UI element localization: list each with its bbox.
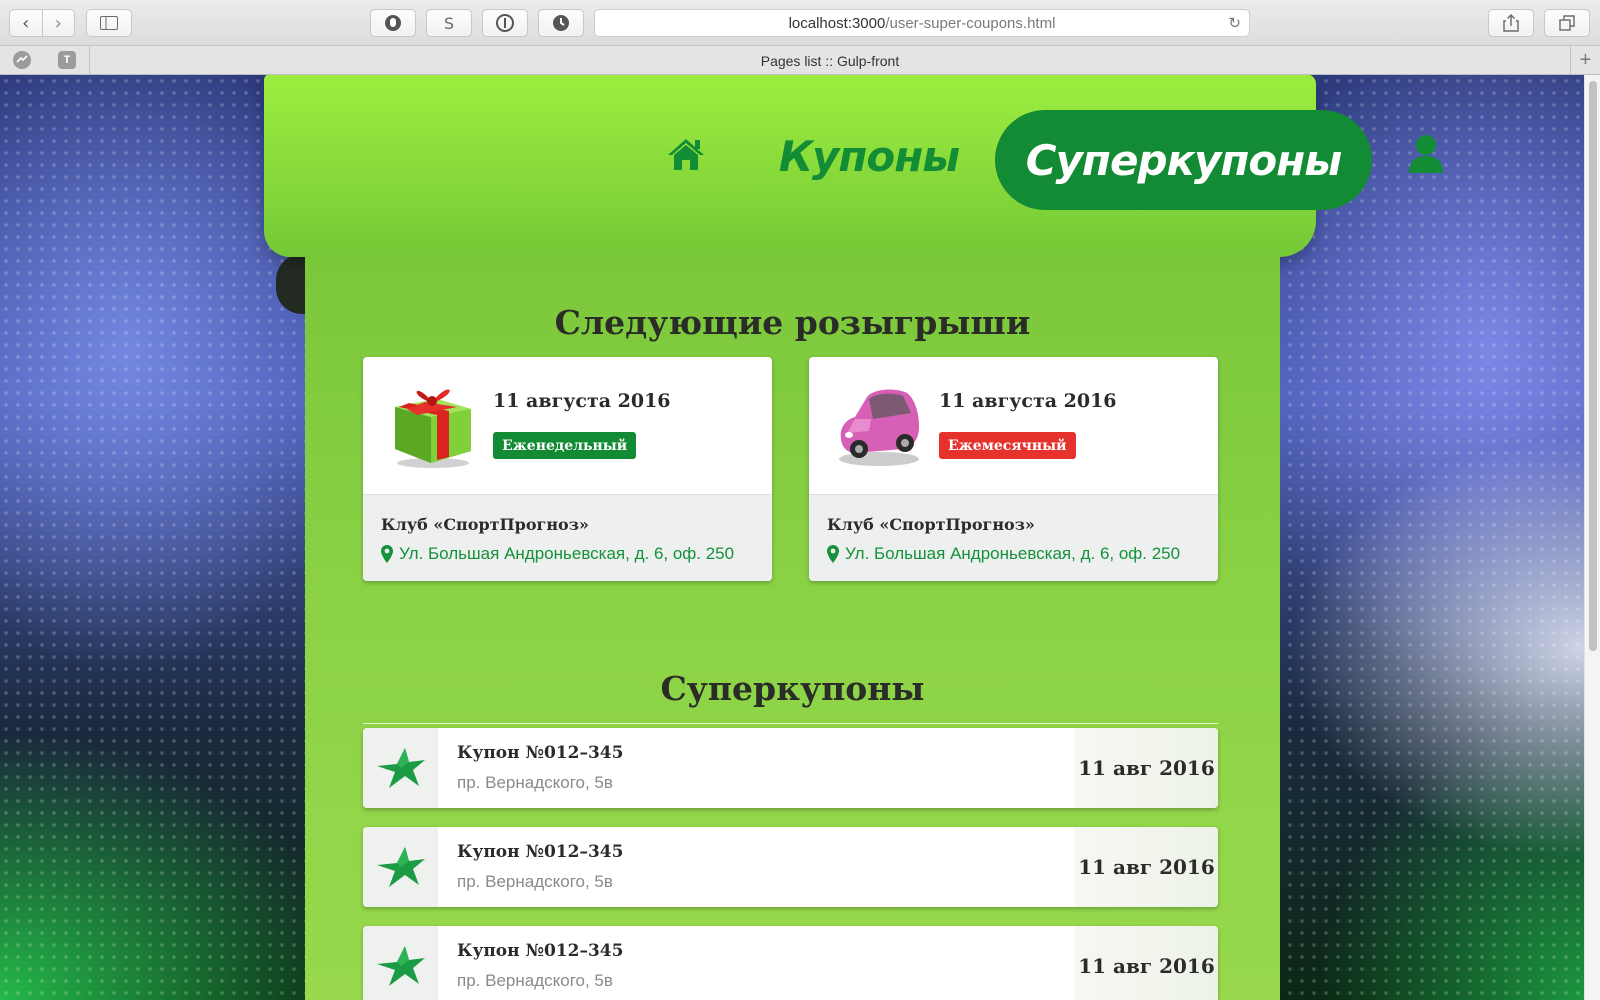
draw-card-top: 11 августа 2016 Еженедельный bbox=[363, 357, 772, 494]
s-extension-icon[interactable]: S bbox=[426, 9, 472, 37]
tab-title: Pages list :: Gulp-front bbox=[760, 52, 900, 69]
coupon-place: пр. Вернадского, 5в bbox=[457, 773, 613, 792]
tab-bar: T Pages list :: Gulp-front + bbox=[0, 46, 1600, 75]
section-divider bbox=[363, 723, 1218, 724]
share-icon[interactable] bbox=[1488, 9, 1534, 37]
star-icon bbox=[363, 926, 438, 1000]
active-tab[interactable]: Pages list :: Gulp-front bbox=[90, 46, 1570, 75]
coupon-row[interactable]: Купон №012–345 пр. Вернадского, 5в 11 ав… bbox=[363, 728, 1218, 808]
gift-box-image bbox=[387, 377, 479, 469]
coupon-row[interactable]: Купон №012–345 пр. Вернадского, 5в 11 ав… bbox=[363, 827, 1218, 907]
draw-type-badge: Ежемесячный bbox=[939, 432, 1076, 459]
history-icon[interactable] bbox=[538, 9, 584, 37]
header-ribbon: Купоны Суперкупоны bbox=[264, 75, 1443, 257]
club-name: Клуб «СпортПрогноз» bbox=[381, 515, 589, 534]
draw-card-location: Клуб «СпортПрогноз» Ул. Большая Андронье… bbox=[809, 494, 1218, 581]
pink-car-image bbox=[833, 377, 925, 469]
draw-card[interactable]: 11 августа 2016 Еженедельный Клуб «Спорт… bbox=[363, 357, 772, 581]
forward-icon[interactable]: › bbox=[43, 10, 75, 36]
club-address[interactable]: Ул. Большая Андроньевская, д. 6, оф. 250 bbox=[827, 544, 1180, 564]
coupon-date: 11 авг 2016 bbox=[1075, 728, 1218, 808]
coupon-name: Купон №012–345 bbox=[457, 941, 624, 961]
draw-date: 11 августа 2016 bbox=[939, 390, 1117, 412]
ghostery-icon[interactable] bbox=[370, 9, 416, 37]
history-nav: ‹ › bbox=[9, 9, 75, 37]
sidebar-icon[interactable] bbox=[86, 9, 132, 37]
coupon-place: пр. Вернадского, 5в bbox=[457, 872, 613, 891]
browser-toolbar: ‹ › S localhost:3000/user-super-coupons.… bbox=[0, 0, 1600, 46]
draw-card[interactable]: 11 августа 2016 Ежемесячный Клуб «СпортП… bbox=[809, 357, 1218, 581]
draw-card-top: 11 августа 2016 Ежемесячный bbox=[809, 357, 1218, 494]
coupon-date: 11 авг 2016 bbox=[1075, 827, 1218, 907]
reload-icon[interactable]: ↻ bbox=[1228, 14, 1241, 32]
home-icon[interactable] bbox=[666, 136, 706, 172]
coupon-date: 11 авг 2016 bbox=[1075, 926, 1218, 1000]
scrollbar-thumb[interactable] bbox=[1589, 81, 1597, 651]
map-pin-icon bbox=[381, 545, 393, 563]
url-path: /user-super-coupons.html bbox=[885, 14, 1056, 32]
map-pin-icon bbox=[827, 545, 839, 563]
page-scrollbar[interactable] bbox=[1584, 75, 1600, 1000]
address-bar[interactable]: localhost:3000/user-super-coupons.html ↻ bbox=[594, 9, 1250, 37]
url-host: localhost:3000 bbox=[788, 14, 886, 32]
coupon-name: Купон №012–345 bbox=[457, 842, 624, 862]
club-address-text: Ул. Большая Андроньевская, д. 6, оф. 250 bbox=[845, 544, 1181, 563]
club-name: Клуб «СпортПрогноз» bbox=[827, 515, 1035, 534]
club-address-text: Ул. Большая Андроньевская, д. 6, оф. 250 bbox=[399, 544, 735, 563]
coupon-name: Купон №012–345 bbox=[457, 743, 624, 763]
1password-icon[interactable] bbox=[482, 9, 528, 37]
coupon-place: пр. Вернадского, 5в bbox=[457, 971, 613, 990]
new-tab-button[interactable]: + bbox=[1570, 46, 1600, 75]
draw-card-location: Клуб «СпортПрогноз» Ул. Большая Андронье… bbox=[363, 494, 772, 581]
user-profile-icon[interactable] bbox=[1408, 134, 1444, 174]
nav-coupons-link[interactable]: Купоны bbox=[774, 126, 964, 186]
tabs-icon[interactable] bbox=[1544, 9, 1590, 37]
messenger-pinned-tab-icon[interactable] bbox=[13, 51, 31, 69]
star-icon bbox=[363, 827, 438, 907]
page-viewport: Купоны Суперкупоны Следующие розыгрыши 1… bbox=[0, 75, 1584, 1000]
draw-date: 11 августа 2016 bbox=[493, 390, 671, 412]
star-icon bbox=[363, 728, 438, 808]
main-panel: Следующие розыгрыши 11 августа 2016 Ежен… bbox=[305, 257, 1280, 1000]
back-icon[interactable]: ‹ bbox=[10, 10, 43, 36]
nav-supercoupons-tab-active[interactable]: Суперкупоны bbox=[995, 110, 1372, 210]
club-address[interactable]: Ул. Большая Андроньевская, д. 6, оф. 250 bbox=[381, 544, 734, 564]
supercoupons-heading: Суперкупоны bbox=[660, 669, 925, 708]
next-draws-heading: Следующие розыгрыши bbox=[554, 303, 1031, 342]
draw-type-badge: Еженедельный bbox=[493, 432, 637, 459]
coupon-row[interactable]: Купон №012–345 пр. Вернадского, 5в 11 ав… bbox=[363, 926, 1218, 1000]
pinned-tab-t[interactable]: T bbox=[58, 51, 76, 69]
